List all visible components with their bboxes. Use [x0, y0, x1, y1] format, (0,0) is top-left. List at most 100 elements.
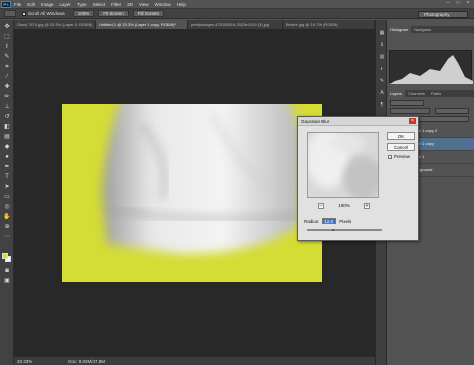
menu-view[interactable]: View — [139, 2, 149, 7]
tab-label: prettyimages-475108519-2023e1019 (3).jpg — [191, 22, 270, 27]
tab-paths[interactable]: Paths — [428, 90, 444, 97]
blur-preview[interactable] — [307, 132, 379, 198]
paragraph-panel-icon[interactable]: ¶ — [378, 102, 386, 108]
options-bar: Scroll All Windows 100% Fit Screen Fill … — [0, 8, 474, 19]
fill-screen-button[interactable]: Fill Screen — [132, 10, 165, 17]
preview-zoom-controls: − 100% + — [318, 202, 370, 209]
tab-channels[interactable]: Channels — [405, 90, 428, 97]
move-tool-icon[interactable]: ✥ — [3, 24, 11, 31]
menu-3d[interactable]: 3D — [127, 2, 133, 7]
tab-navigator[interactable]: Navigator — [411, 26, 434, 33]
radius-label: Radius: — [304, 218, 320, 224]
preview-label: Preview — [394, 154, 411, 159]
fit-screen-button[interactable]: Fit Screen — [98, 10, 129, 17]
tab-untitled[interactable]: Untitled-1 @ 33.3% (Layer 1 copy, RGB/8)… — [96, 20, 188, 29]
adjustments-panel-icon[interactable]: ◐ — [378, 66, 386, 72]
menu-edit[interactable]: Edit — [27, 2, 35, 7]
scroll-all-checkbox[interactable] — [22, 11, 26, 16]
zoom-tool-icon[interactable]: ⊕ — [3, 224, 11, 231]
path-select-tool-icon[interactable]: ➤ — [3, 184, 11, 191]
healing-brush-tool-icon[interactable]: ✚ — [3, 84, 11, 91]
histogram-chart — [390, 55, 473, 84]
clone-stamp-tool-icon[interactable]: ⊥ — [3, 104, 11, 111]
menu-type[interactable]: Type — [77, 2, 87, 7]
cancel-button[interactable]: Cancel — [387, 143, 415, 151]
history-panel-icon[interactable]: ▦ — [378, 30, 386, 36]
minimize-icon[interactable]: – — [445, 1, 451, 6]
radius-slider[interactable]: ▲ — [307, 228, 382, 232]
menu-filter[interactable]: Filter — [111, 2, 121, 7]
histogram-graph — [389, 50, 473, 84]
lasso-tool-icon[interactable]: ℓ — [3, 44, 11, 51]
swatches-panel-icon[interactable]: ▥ — [378, 54, 386, 60]
blur-tool-icon[interactable]: ◆ — [3, 144, 11, 151]
history-brush-tool-icon[interactable]: ↺ — [3, 114, 11, 121]
radius-input[interactable]: 12.0 — [322, 218, 337, 224]
status-bar: 33.33% Doc: 9.02M/47.8M — [14, 356, 375, 365]
maximize-icon[interactable]: □ — [455, 1, 461, 6]
brush-panel-icon[interactable]: ✎ — [378, 78, 386, 84]
preview-toggle[interactable]: ✓ Preview — [388, 154, 410, 159]
dodge-tool-icon[interactable]: ● — [3, 154, 11, 161]
gaussian-blur-dialog: Gaussian Blur × − 100% + OK Cancel ✓ Pre… — [297, 116, 419, 241]
histogram-tabs: Histogram Navigator — [387, 26, 474, 33]
properties-panel-icon[interactable]: ℹ — [378, 42, 386, 48]
quick-select-tool-icon[interactable]: ✎ — [3, 54, 11, 61]
preview-checkbox[interactable]: ✓ — [388, 154, 392, 159]
tab-before[interactable]: Before.jpg @ 16.7% (RGB/8) — [283, 20, 375, 29]
tool-preset-picker[interactable] — [4, 10, 16, 17]
pen-tool-icon[interactable]: ✒ — [3, 164, 11, 171]
3d-tool-icon[interactable]: ◎ — [3, 204, 11, 211]
tab-layers[interactable]: Layers — [387, 90, 406, 97]
close-icon[interactable]: × — [465, 1, 471, 6]
zoom-level[interactable]: 33.33% — [17, 359, 32, 364]
close-icon[interactable]: × — [409, 118, 416, 124]
dialog-title: Gaussian Blur — [301, 119, 330, 124]
zoom-100-button[interactable]: 100% — [72, 10, 95, 17]
screen-mode-icon[interactable]: ▣ — [3, 278, 11, 285]
menu-window[interactable]: Window — [155, 2, 171, 7]
opacity-field[interactable] — [435, 108, 469, 114]
scroll-all-label: Scroll All Windows — [28, 11, 65, 16]
blend-mode-dropdown[interactable] — [390, 108, 430, 114]
eraser-tool-icon[interactable]: ◧ — [3, 124, 11, 131]
photoshop-logo: Ps — [1, 0, 11, 8]
dialog-titlebar[interactable]: Gaussian Blur × — [298, 117, 418, 126]
blurred-sleeve-image — [102, 104, 302, 254]
image-canvas[interactable] — [62, 104, 322, 282]
layer-filter-dropdown[interactable] — [390, 100, 424, 106]
tab-label: Stock 7474 jpg @ 33.3% (Layer 0, RGB/8) — [17, 22, 93, 27]
menu-help[interactable]: Help — [177, 2, 186, 7]
tab-histogram[interactable]: Histogram — [387, 26, 412, 33]
document-info[interactable]: Doc: 9.02M/47.8M — [68, 359, 105, 364]
character-panel-icon[interactable]: A — [378, 90, 386, 96]
workspace-switcher[interactable]: Photography — [418, 11, 468, 18]
hand-tool-icon[interactable]: ✋ — [3, 214, 11, 221]
crop-tool-icon[interactable]: ⌗ — [3, 64, 11, 71]
menu-file[interactable]: File — [14, 2, 21, 7]
zoom-out-icon[interactable]: − — [318, 202, 324, 209]
window-controls: – □ × — [445, 1, 471, 6]
tab-gettyimages[interactable]: prettyimages-475108519-2023e1019 (3).jpg — [188, 20, 283, 29]
foreground-color-swatch[interactable] — [2, 253, 8, 259]
quick-mask-icon[interactable]: ◙ — [3, 268, 11, 275]
preview-image — [308, 133, 378, 197]
gradient-tool-icon[interactable]: ▤ — [3, 134, 11, 141]
menu-select[interactable]: Select — [93, 2, 106, 7]
shape-tool-icon[interactable]: ▭ — [3, 194, 11, 201]
type-tool-icon[interactable]: T — [3, 174, 11, 181]
tab-stock[interactable]: Stock 7474 jpg @ 33.3% (Layer 0, RGB/8) — [14, 20, 96, 29]
radius-unit: Pixels — [339, 218, 352, 224]
tab-label: Untitled-1 @ 33.3% (Layer 1 copy, RGB/8)… — [99, 22, 176, 27]
marquee-tool-icon[interactable]: ⬚ — [3, 34, 11, 41]
eyedropper-tool-icon[interactable]: ⁄ — [3, 74, 11, 81]
tools-panel: ✥ ⬚ ℓ ✎ ⌗ ⁄ ✚ ✏ ⊥ ↺ ◧ ▤ ◆ ● ✒ T ➤ ▭ ◎ ✋ … — [0, 20, 14, 365]
zoom-in-icon[interactable]: + — [363, 202, 370, 209]
more-tools-icon[interactable]: ⋯ — [3, 234, 11, 241]
brush-tool-icon[interactable]: ✏ — [3, 94, 11, 101]
menu-bar: Ps File Edit Image Layer Type Select Fil… — [0, 0, 474, 8]
slider-thumb-icon[interactable]: ▲ — [331, 228, 335, 232]
menu-image[interactable]: Image — [41, 2, 54, 7]
menu-layer[interactable]: Layer — [60, 2, 71, 7]
ok-button[interactable]: OK — [387, 132, 415, 140]
